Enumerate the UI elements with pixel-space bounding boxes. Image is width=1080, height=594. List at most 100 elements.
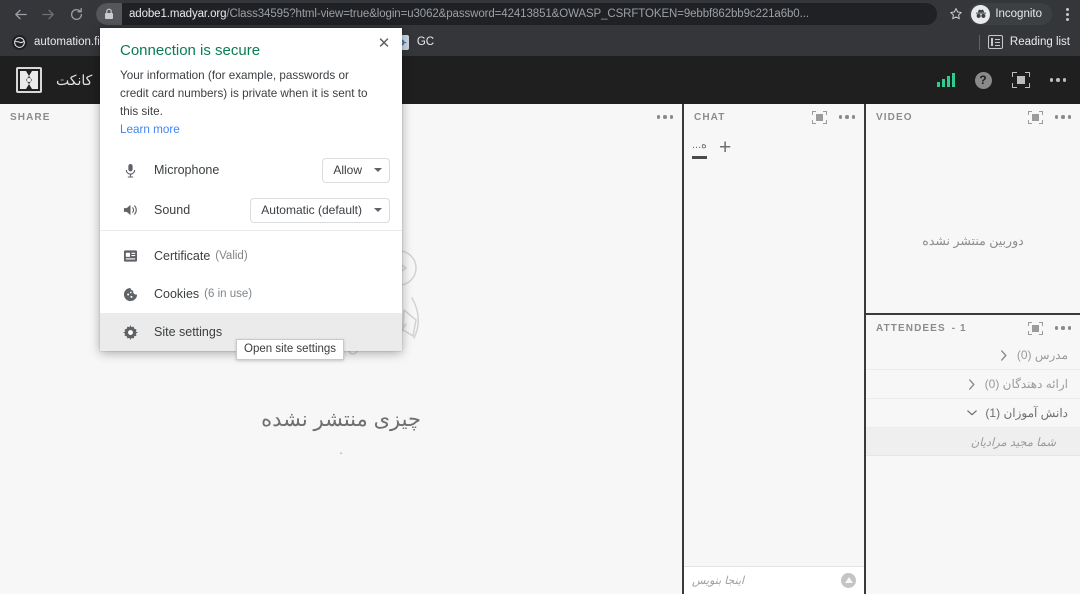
chevron-down-icon [374, 208, 382, 213]
send-icon[interactable] [841, 573, 856, 588]
chevron-right-icon[interactable] [967, 378, 977, 390]
chat-tab[interactable]: ه... [692, 138, 707, 159]
globe-icon [11, 34, 27, 50]
certificate-icon [120, 249, 140, 263]
help-icon[interactable]: ? [974, 71, 992, 89]
attendee-group-participants[interactable]: دانش آموزان (1) [866, 399, 1080, 428]
permission-row-microphone: Microphone Allow [100, 150, 402, 190]
permission-row-sound: Sound Automatic (default) [100, 190, 402, 230]
permission-label: Microphone [154, 163, 220, 178]
more-options-icon[interactable] [1049, 78, 1066, 82]
certificate-label: Certificate [154, 249, 211, 264]
bookmarks-bar-right: Reading list [973, 28, 1080, 56]
chat-pod-tabs: ه... + [684, 130, 864, 164]
more-options-icon[interactable] [1054, 326, 1071, 330]
attendee-group-label: دانش آموزان (1) [985, 406, 1068, 420]
sound-icon [120, 203, 140, 217]
back-icon[interactable] [6, 0, 34, 28]
app-title: کانکت [56, 71, 93, 88]
chat-input[interactable]: اینجا بنویس [692, 574, 744, 587]
reload-icon[interactable] [62, 0, 90, 28]
attendees-pod-title: ATTENDEES [876, 322, 946, 334]
cookies-label: Cookies [154, 287, 200, 302]
share-pod-title: SHARE [10, 111, 51, 123]
chat-pod-title: CHAT [694, 111, 726, 123]
share-pod-empty-message: چیزی منتشر نشده [261, 407, 421, 431]
star-icon[interactable] [943, 0, 969, 28]
site-settings-tooltip: Open site settings [236, 339, 345, 360]
fullscreen-icon[interactable] [811, 110, 827, 124]
bookmark-automation[interactable]: automation.fi [4, 31, 107, 53]
reading-list-label: Reading list [1009, 36, 1070, 48]
learn-more-link[interactable]: Learn more [100, 121, 402, 150]
popup-description: Your information (for example, passwords… [120, 69, 368, 119]
right-column: VIDEO دوربین منتشر نشده ATTENDEES - 1 مد… [866, 104, 1080, 594]
site-info-popup: ✕ Connection is secure Your information … [100, 28, 402, 352]
more-options-icon[interactable] [656, 115, 673, 119]
chevron-right-icon[interactable] [999, 349, 1009, 361]
chat-pod-messages [684, 164, 864, 566]
forward-icon[interactable] [34, 0, 62, 28]
attendees-list: مدرس (0) ارائه دهندگان (0) دانش آموزان (… [866, 341, 1080, 594]
certificate-status: (Valid) [215, 250, 248, 263]
attendee-group-label: ارائه دهندگان (0) [984, 377, 1068, 391]
bookmark-label: automation.fi [34, 36, 100, 48]
popup-heading: Connection is secure [120, 42, 261, 59]
browser-toolbar: adobe1.madyar.org/Class34595?html-view=t… [0, 0, 1080, 28]
video-pod-actions [1027, 104, 1071, 130]
microphone-icon [120, 163, 140, 178]
attendee-group-label: مدرس (0) [1016, 348, 1068, 362]
chat-add-tab-button[interactable]: + [719, 137, 731, 158]
attendees-count: - 1 [951, 322, 967, 334]
sound-permission-value: Automatic (default) [261, 203, 362, 218]
video-pod-header: VIDEO [866, 104, 1080, 130]
cookie-icon [120, 287, 140, 302]
more-options-icon[interactable] [1054, 115, 1071, 119]
cookies-count: (6 in use) [204, 288, 253, 301]
incognito-label: Incognito [995, 8, 1042, 20]
attendees-pod-header: ATTENDEES - 1 [866, 315, 1080, 341]
fullscreen-icon[interactable] [1027, 321, 1043, 335]
chat-pod-header: CHAT [684, 104, 864, 130]
signal-bars-icon[interactable] [936, 73, 955, 87]
url-host: adobe1.madyar.org [129, 8, 227, 20]
chevron-down-icon [374, 168, 382, 173]
chevron-down-icon[interactable] [967, 409, 978, 417]
attendee-name: شما مجید مرادیان [970, 436, 1056, 449]
fullscreen-icon[interactable] [1011, 72, 1030, 88]
divider [978, 34, 980, 50]
close-icon[interactable]: ✕ [375, 34, 393, 52]
incognito-badge[interactable]: Incognito [969, 3, 1052, 25]
chat-input-row[interactable]: اینجا بنویس [684, 566, 864, 594]
more-options-icon[interactable] [838, 115, 855, 119]
attendees-pod-actions [1027, 315, 1071, 341]
attendee-group-hosts[interactable]: مدرس (0) [866, 341, 1080, 370]
attendee-list-item[interactable]: شما مجید مرادیان [866, 428, 1080, 456]
fullscreen-icon[interactable] [1027, 110, 1043, 124]
url-text: adobe1.madyar.org/Class34595?html-view=t… [122, 8, 809, 20]
reading-list-button[interactable]: Reading list [986, 35, 1080, 49]
gear-icon [120, 324, 140, 340]
chat-pod: CHAT ه... + اینجا بنویس [684, 104, 864, 594]
kebab-menu-icon[interactable] [1054, 0, 1080, 28]
microphone-permission-select[interactable]: Allow [322, 157, 390, 183]
bookmark-label: GC [416, 36, 435, 48]
video-pod-empty-message: دوربین منتشر نشده [922, 234, 1024, 248]
attendee-group-presenters[interactable]: ارائه دهندگان (0) [866, 370, 1080, 399]
reading-list-icon [987, 35, 1003, 49]
cookies-item[interactable]: Cookies (6 in use) [100, 275, 402, 313]
incognito-icon [971, 4, 991, 24]
adobe-connect-logo-icon [16, 67, 42, 93]
microphone-permission-value: Allow [333, 163, 362, 178]
address-bar[interactable]: adobe1.madyar.org/Class34595?html-view=t… [96, 3, 938, 25]
screen-root: adobe1.madyar.org/Class34595?html-view=t… [0, 0, 1080, 594]
attendees-pod: ATTENDEES - 1 مدرس (0) ارائه دهندگان (0)… [866, 315, 1080, 594]
permission-label: Sound [154, 203, 191, 218]
divider [100, 230, 402, 232]
url-path: /Class34595?html-view=true&login=u3062&p… [226, 8, 809, 20]
sound-permission-select[interactable]: Automatic (default) [250, 197, 390, 223]
lock-icon[interactable] [96, 3, 122, 25]
certificate-item[interactable]: Certificate (Valid) [100, 237, 402, 275]
video-pod-body: دوربین منتشر نشده [866, 130, 1080, 313]
chat-pod-actions [811, 104, 855, 130]
